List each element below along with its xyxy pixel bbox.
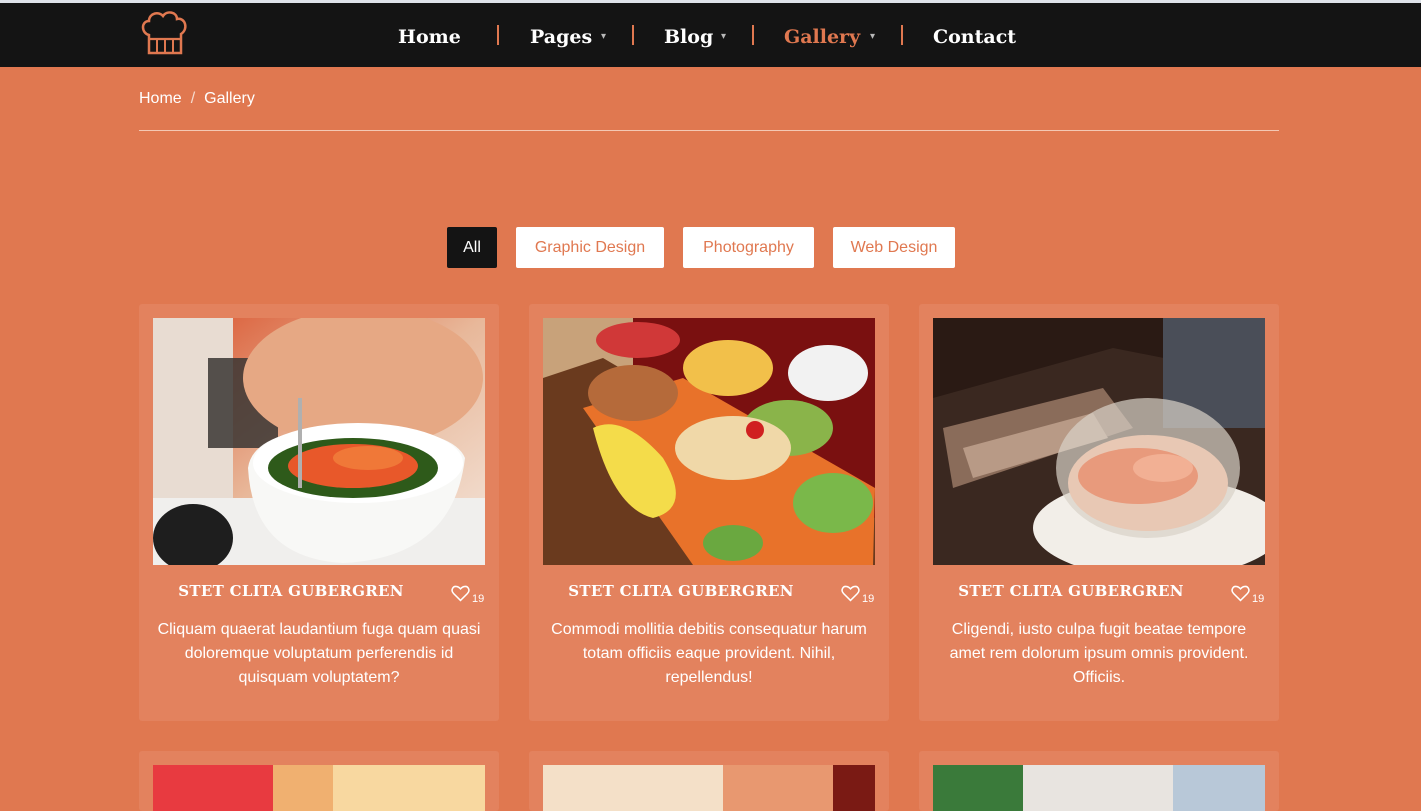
like-count: 19 [862, 593, 875, 605]
buffet-photo[interactable] [543, 318, 875, 565]
filter-graphic-design-button[interactable]: Graphic Design [516, 227, 664, 268]
like-count: 19 [472, 593, 485, 605]
nav-separator [901, 25, 903, 45]
divider [139, 130, 1279, 131]
like-button[interactable]: 19 [841, 585, 881, 609]
nav-contact[interactable]: Contact [933, 22, 1016, 52]
filter-all-button[interactable]: All [447, 227, 497, 268]
card-title: STET CLITA GUBERGREN [178, 582, 404, 600]
nav-separator [497, 25, 499, 45]
heart-icon [451, 585, 470, 602]
heart-icon [1231, 585, 1250, 602]
gallery-card [529, 751, 889, 811]
heart-icon [841, 585, 860, 602]
nav-pages[interactable]: Pages [530, 22, 592, 52]
breadcrumb-home-link[interactable]: Home [139, 86, 182, 112]
gallery-card: STET CLITA GUBERGREN 19 Cligendi, iusto … [919, 304, 1279, 721]
breadcrumb-current: Gallery [204, 90, 255, 107]
gallery-photo[interactable] [153, 765, 485, 811]
gallery-photo[interactable] [933, 765, 1265, 811]
nav-gallery-label: Gallery [784, 26, 861, 48]
chevron-down-icon[interactable]: ▾ [721, 22, 726, 52]
like-button[interactable]: 19 [451, 585, 491, 609]
nav-pages-label: Pages [530, 26, 593, 48]
chevron-down-icon[interactable]: ▾ [601, 22, 606, 52]
card-description: Commodi mollitia debitis consequatur har… [551, 621, 867, 686]
nav-home[interactable]: Home [398, 22, 461, 52]
navbar: Home Pages ▾ Blog ▾ Gallery ▾ Contact [0, 3, 1421, 67]
nav-blog-label: Blog [664, 26, 714, 48]
chevron-down-icon[interactable]: ▾ [870, 22, 875, 52]
salad-photo[interactable] [153, 318, 485, 565]
chef-hat-icon[interactable] [139, 9, 191, 57]
gallery-photo[interactable] [543, 765, 875, 811]
filter-web-design-button[interactable]: Web Design [833, 227, 955, 268]
filter-photography-button[interactable]: Photography [683, 227, 814, 268]
gallery-card: STET CLITA GUBERGREN 19 Commodi mollitia… [529, 304, 889, 721]
breadcrumb-separator: / [190, 90, 196, 107]
breadcrumb: Home / Gallery [139, 86, 255, 112]
like-button[interactable]: 19 [1231, 585, 1271, 609]
card-title: STET CLITA GUBERGREN [958, 582, 1184, 600]
gallery-card [139, 751, 499, 811]
card-title: STET CLITA GUBERGREN [568, 582, 794, 600]
card-description: Cliquam quaerat laudantium fuga quam qua… [157, 621, 481, 686]
gallery-card: STET CLITA GUBERGREN 19 Cliquam quaerat … [139, 304, 499, 721]
like-count: 19 [1252, 593, 1265, 605]
almond-bowl-photo[interactable] [933, 318, 1265, 565]
nav-blog[interactable]: Blog [664, 22, 713, 52]
nav-separator [632, 25, 634, 45]
card-description: Cligendi, iusto culpa fugit beatae tempo… [949, 621, 1249, 686]
nav-gallery[interactable]: Gallery [784, 22, 860, 52]
gallery-card [919, 751, 1279, 811]
nav-separator [752, 25, 754, 45]
